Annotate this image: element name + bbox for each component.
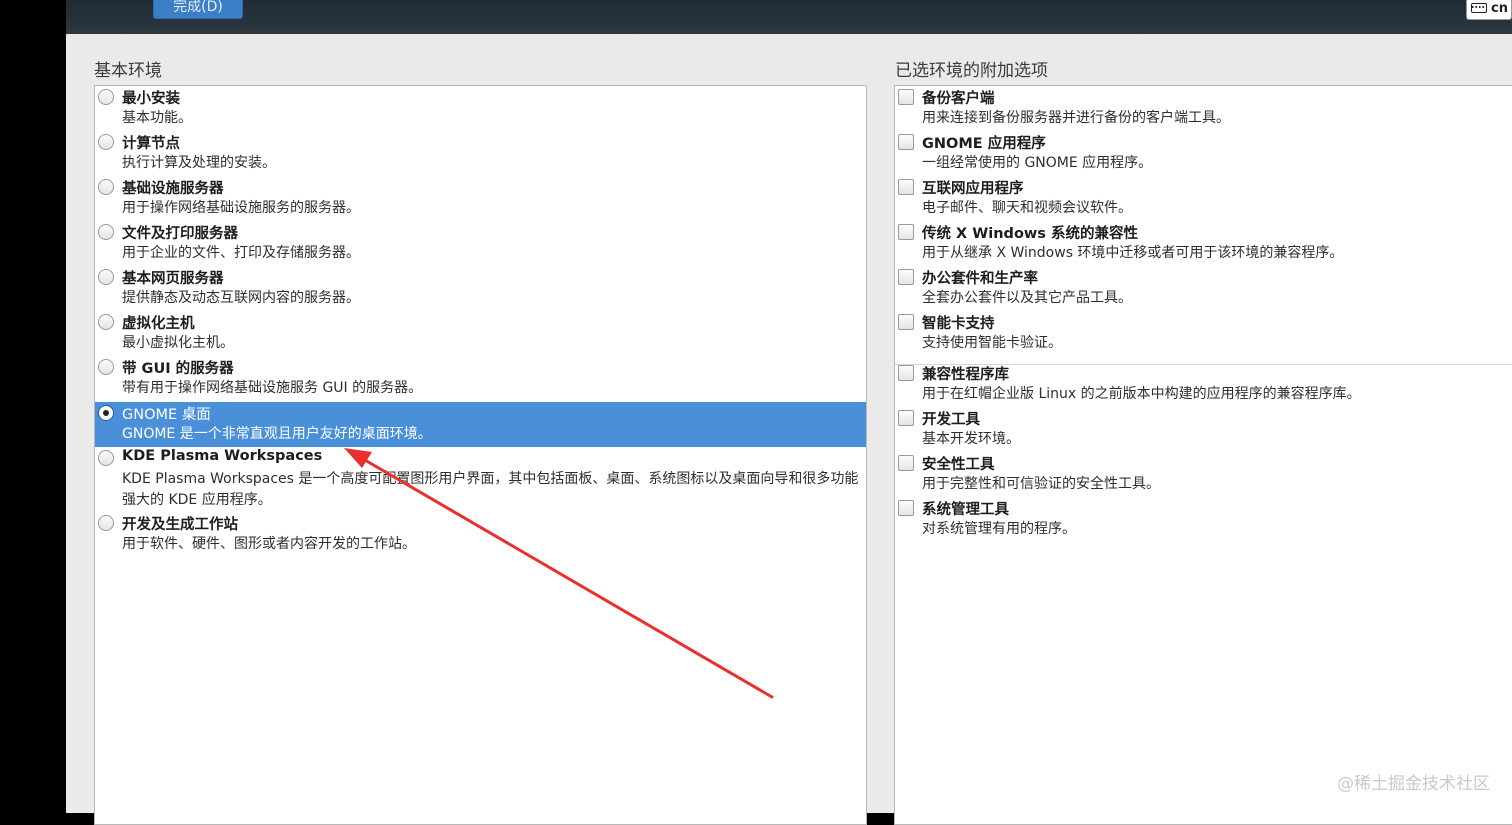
watermark: @稀土掘金技术社区 <box>1337 774 1490 794</box>
annotation-arrow <box>344 448 774 699</box>
